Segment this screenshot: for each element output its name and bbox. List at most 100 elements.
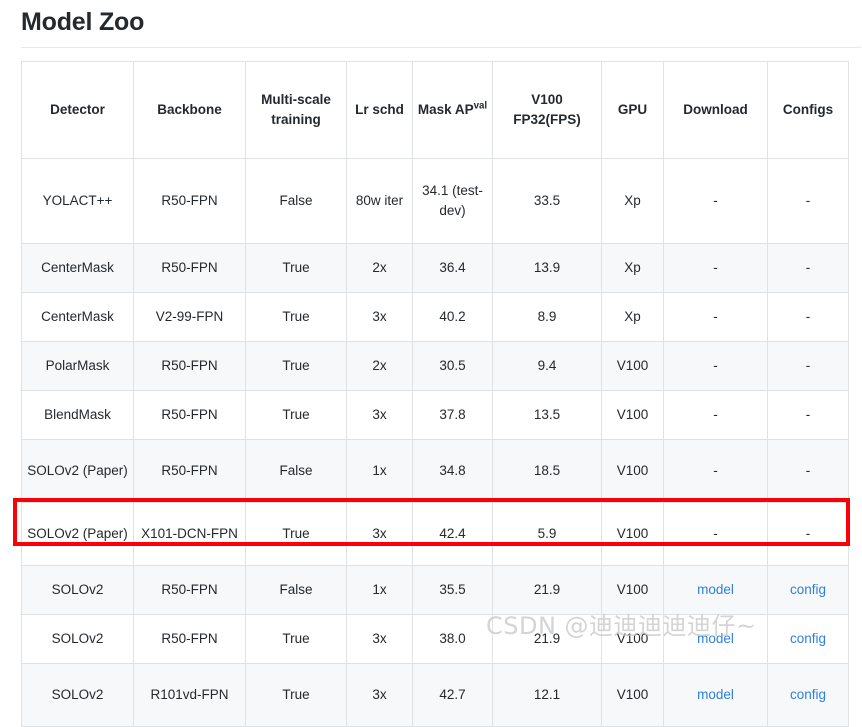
cell-detector-text: PolarMask <box>45 357 110 373</box>
cell-mask-ap: 42.7 <box>412 662 493 727</box>
cell-mask-ap: 34.1 (test-dev) <box>412 157 493 244</box>
cell-detector: SOLOv2 <box>21 564 134 615</box>
cell-detector: BlendMask <box>21 389 134 440</box>
column-header-label: GPU <box>617 101 648 117</box>
column-header-superscript: val <box>473 100 488 112</box>
cell-fps-text: 21.9 <box>533 630 561 646</box>
cell-gpu-text: Xp <box>624 308 641 324</box>
model-zoo-table: Detector Backbone Multi-scale training Lr s… <box>21 60 849 727</box>
cell-gpu: V100 <box>601 501 664 566</box>
cell-lr-schd: 1x <box>346 438 413 503</box>
cell-lr-schd-text: 3x <box>372 406 387 422</box>
table-row: CenterMask R50-FPN True 2x 36.4 13.9 Xp - - <box>21 242 849 293</box>
cell-mask-ap: 40.2 <box>412 291 493 342</box>
cell-fps: 21.9 <box>492 564 602 615</box>
cell-mask-ap: 35.5 <box>412 564 493 615</box>
model-download-link[interactable]: model <box>697 631 734 646</box>
cell-gpu: Xp <box>601 157 664 244</box>
config-link[interactable]: config <box>790 582 826 597</box>
cell-lr-schd: 3x <box>346 613 413 664</box>
cell-detector-text: SOLOv2 (Paper) <box>27 462 128 478</box>
table-row: YOLACT++ R50-FPN False 80w iter 34.1 (test-d… <box>21 157 849 244</box>
cell-configs[interactable]: config <box>767 662 849 727</box>
column-header-lr-schd: Lr schd <box>346 60 413 159</box>
table-row: SOLOv2 R50-FPN False 1x 35.5 21.9 V100 model con… <box>21 564 849 615</box>
cell-detector: SOLOv2 <box>21 613 134 664</box>
cell-backbone-text: R50-FPN <box>161 630 218 646</box>
cell-multiscale-text: True <box>282 357 310 373</box>
cell-configs-text: - <box>805 308 811 324</box>
model-download-link[interactable]: model <box>697 687 734 702</box>
cell-detector-text: SOLOv2 <box>51 630 104 646</box>
cell-configs: - <box>767 501 849 566</box>
cell-detector: SOLOv2 <box>21 662 134 727</box>
cell-gpu: V100 <box>601 662 664 727</box>
cell-backbone: R50-FPN <box>133 389 246 440</box>
cell-multiscale-text: True <box>282 259 310 275</box>
cell-mask-ap-text: 36.4 <box>439 259 466 275</box>
cell-fps-text: 33.5 <box>533 192 561 208</box>
cell-fps: 12.1 <box>492 662 602 727</box>
cell-multiscale: True <box>245 501 347 566</box>
config-link[interactable]: config <box>790 631 826 646</box>
cell-mask-ap-text: 38.0 <box>439 630 466 646</box>
model-zoo-table-container: Detector Backbone Multi-scale training Lr s… <box>21 60 849 727</box>
cell-backbone: R50-FPN <box>133 564 246 615</box>
cell-gpu-text: Xp <box>624 192 641 208</box>
cell-detector-text: SOLOv2 <box>51 581 104 597</box>
cell-gpu-text: V100 <box>616 525 649 541</box>
cell-detector: CenterMask <box>21 242 134 293</box>
cell-lr-schd: 3x <box>346 662 413 727</box>
cell-configs[interactable]: config <box>767 613 849 664</box>
model-download-link[interactable]: model <box>697 582 734 597</box>
cell-detector-text: SOLOv2 (Paper) <box>27 525 128 541</box>
cell-mask-ap: 34.8 <box>412 438 493 503</box>
column-header-multi-scale-training: Multi-scale training <box>245 60 347 159</box>
cell-lr-schd-text: 3x <box>372 308 387 324</box>
cell-configs-text: - <box>805 406 811 422</box>
cell-backbone-text: R50-FPN <box>161 357 218 373</box>
column-header-detector: Detector <box>21 60 134 159</box>
cell-gpu-text: V100 <box>616 686 649 702</box>
cell-mask-ap: 37.8 <box>412 389 493 440</box>
cell-download: - <box>663 242 768 293</box>
cell-fps-text: 12.1 <box>533 686 561 702</box>
table-row: SOLOv2 (Paper) X101-DCN-FPN True 3x 42.4 5.9 V… <box>21 501 849 566</box>
cell-backbone: R50-FPN <box>133 242 246 293</box>
cell-backbone: R50-FPN <box>133 157 246 244</box>
cell-backbone: R50-FPN <box>133 613 246 664</box>
cell-download: - <box>663 389 768 440</box>
cell-lr-schd: 2x <box>346 340 413 391</box>
cell-mask-ap: 38.0 <box>412 613 493 664</box>
cell-download[interactable]: model <box>663 613 768 664</box>
cell-mask-ap: 36.4 <box>412 242 493 293</box>
cell-download-text: - <box>713 357 718 373</box>
config-link[interactable]: config <box>790 687 826 702</box>
cell-multiscale-text: True <box>282 308 310 324</box>
cell-lr-schd: 3x <box>346 389 413 440</box>
cell-configs[interactable]: config <box>767 564 849 615</box>
cell-lr-schd-text: 2x <box>372 259 387 275</box>
column-header-label: Backbone <box>157 101 222 117</box>
cell-backbone-text: R50-FPN <box>161 259 218 275</box>
cell-backbone-text: R50-FPN <box>161 406 218 422</box>
cell-configs: - <box>767 340 849 391</box>
cell-fps-text: 21.9 <box>533 581 561 597</box>
cell-download-text: - <box>713 259 718 275</box>
cell-lr-schd: 3x <box>346 501 413 566</box>
cell-mask-ap-text: 42.7 <box>439 686 466 702</box>
cell-fps-text: 13.5 <box>533 406 561 422</box>
column-header-label: Mask AP <box>417 101 474 117</box>
cell-gpu: V100 <box>601 613 664 664</box>
table-body: YOLACT++ R50-FPN False 80w iter 34.1 (test-d… <box>21 157 849 727</box>
cell-mask-ap-text: 30.5 <box>439 357 466 373</box>
cell-backbone-text: V2-99-FPN <box>155 308 224 324</box>
cell-backbone-text: R101vd-FPN <box>150 686 229 702</box>
cell-download-text: - <box>713 192 718 208</box>
cell-backbone-text: R50-FPN <box>161 581 218 597</box>
cell-download[interactable]: model <box>663 662 768 727</box>
column-header-configs: Configs <box>767 60 849 159</box>
cell-configs: - <box>767 291 849 342</box>
cell-download[interactable]: model <box>663 564 768 615</box>
column-header-v100-fp32-fps: V100 FP32(FPS) <box>492 60 602 159</box>
